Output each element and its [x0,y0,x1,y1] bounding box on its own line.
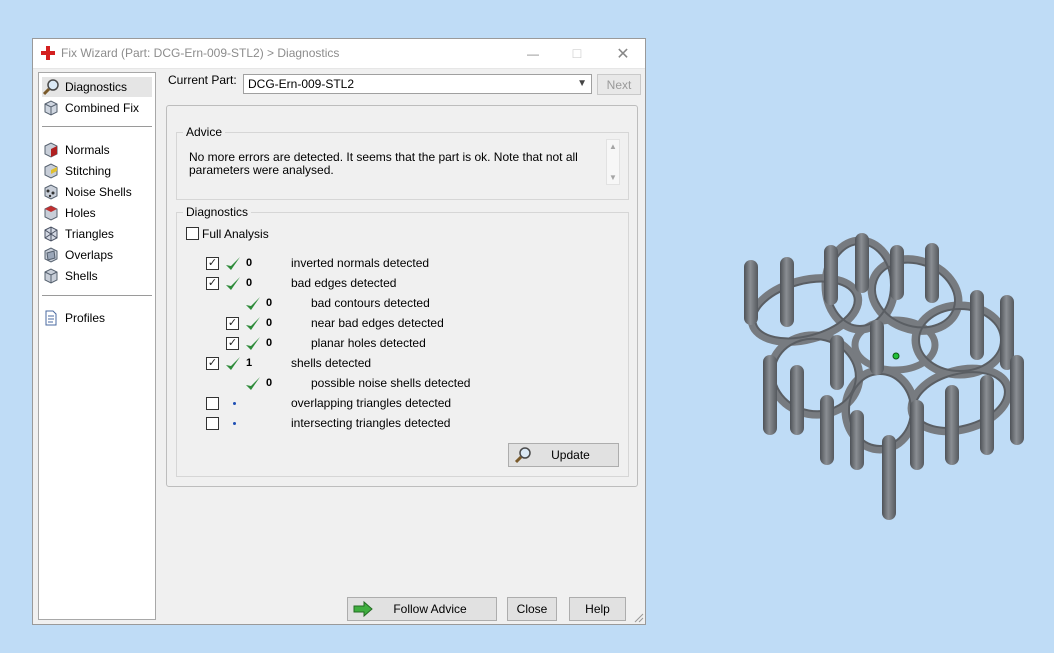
inverted-normals-label: inverted normals detected [291,256,430,270]
maximize-icon: ☐ [571,46,583,61]
magnifier-icon [42,79,59,96]
noise-shells-label: possible noise shells detected [311,376,471,390]
current-part-label: Current Part: [168,73,237,87]
cube-icon [44,100,58,116]
main-panel: Advice No more errors are detected. It s… [166,105,638,487]
red-cross-app-icon [41,46,55,60]
wizard-sidebar: Diagnostics Combined Fix Normals Stitchi… [38,72,156,620]
planar-holes-label: planar holes detected [311,336,426,350]
resize-grip-icon[interactable] [634,613,644,623]
green-check-icon [246,337,260,350]
pending-dot-icon [233,422,236,425]
sidebar-item-stitching[interactable]: Stitching [42,161,152,181]
current-part-value: DCG-Ern-009-STL2 [248,77,355,91]
stitching-cube-icon [44,163,58,179]
part-3d-model[interactable] [730,225,1030,525]
planar-holes-count: 0 [266,337,273,349]
window-title: Fix Wizard (Part: DCG-Ern-009-STL2) > Di… [61,46,340,60]
bad-contours-label: bad contours detected [311,296,430,310]
update-button[interactable]: Update [508,443,619,467]
desktop: { "window": { "title": "Fix Wizard (Part… [0,0,1054,653]
diagnostics-group: Diagnostics Full Analysis ✓ 0 inverted n… [176,205,629,477]
intersecting-triangles-checkbox[interactable] [206,417,219,430]
chevron-down-icon: ▼ [577,78,587,89]
shells-cube-icon [44,268,58,284]
sidebar-item-triangles[interactable]: Triangles [42,224,152,244]
inverted-normals-checkbox[interactable]: ✓ [206,257,219,270]
green-check-icon [226,257,240,270]
full-analysis-checkbox[interactable] [186,227,199,240]
inverted-normals-count: 0 [246,257,253,269]
sidebar-item-noise-shells[interactable]: Noise Shells [42,182,152,202]
bad-edges-count: 0 [246,277,253,289]
close-button[interactable]: Close [507,597,557,621]
bad-contours-count: 0 [266,297,273,309]
advice-scrollbar[interactable]: ▲ ▼ [606,139,620,185]
overlapping-triangles-label: overlapping triangles detected [291,396,452,410]
green-check-icon [246,317,260,330]
fix-wizard-window: Fix Wizard (Part: DCG-Ern-009-STL2) > Di… [32,38,646,625]
next-button[interactable]: Next [597,74,641,95]
overlapping-triangles-checkbox[interactable] [206,397,219,410]
intersecting-triangles-label: intersecting triangles detected [291,416,451,430]
minimize-icon: — [527,46,539,61]
minimize-button[interactable]: — [511,39,555,68]
selection-marker-icon [892,352,900,360]
title-bar[interactable]: Fix Wizard (Part: DCG-Ern-009-STL2) > Di… [33,39,645,69]
diagnostics-title: Diagnostics [183,205,252,219]
scroll-down-icon[interactable]: ▼ [609,173,617,182]
sidebar-divider [42,295,152,296]
close-window-button[interactable]: ✕ [601,39,645,68]
bad-edges-label: bad edges detected [291,276,397,290]
noise-shells-icon [44,184,58,200]
document-icon [45,310,57,326]
sidebar-item-normals[interactable]: Normals [42,140,152,160]
green-check-icon [246,297,260,310]
current-part-select[interactable]: DCG-Ern-009-STL2 ▼ [243,74,592,94]
help-button[interactable]: Help [569,597,626,621]
sidebar-divider [42,126,152,127]
sidebar-item-overlaps[interactable]: Overlaps [42,245,152,265]
sidebar-item-holes[interactable]: Holes [42,203,152,223]
close-icon: ✕ [616,45,630,63]
near-bad-edges-count: 0 [266,317,273,329]
full-analysis-label: Full Analysis [202,227,269,241]
advice-title: Advice [183,125,226,139]
follow-advice-button[interactable]: Follow Advice [347,597,497,621]
normals-cube-icon [44,142,58,158]
update-label: Update [551,448,590,462]
sidebar-item-profiles[interactable]: Profiles [42,308,152,328]
shells-checkbox[interactable]: ✓ [206,357,219,370]
shells-count: 1 [246,357,253,369]
near-bad-edges-checkbox[interactable]: ✓ [226,317,239,330]
planar-holes-checkbox[interactable]: ✓ [226,337,239,350]
holes-cube-icon [44,205,58,221]
advice-group: Advice No more errors are detected. It s… [176,125,629,200]
advice-text: No more errors are detected. It seems th… [189,150,578,177]
noise-shells-count: 0 [266,377,273,389]
scroll-up-icon[interactable]: ▲ [609,142,617,151]
shells-label: shells detected [291,356,372,370]
green-check-icon [226,357,240,370]
follow-advice-label: Follow Advice [393,602,467,616]
triangles-cube-icon [44,226,58,242]
sidebar-item-diagnostics[interactable]: Diagnostics [42,77,152,97]
green-arrow-icon [353,600,373,618]
overlaps-cube-icon [44,247,58,263]
green-check-icon [226,277,240,290]
green-check-icon [246,377,260,390]
sidebar-item-shells[interactable]: Shells [42,266,152,286]
bad-edges-checkbox[interactable]: ✓ [206,277,219,290]
pending-dot-icon [233,402,236,405]
near-bad-edges-label: near bad edges detected [311,316,444,330]
magnifier-icon [514,447,531,464]
maximize-button[interactable]: ☐ [555,39,599,68]
sidebar-item-combined-fix[interactable]: Combined Fix [42,98,152,118]
